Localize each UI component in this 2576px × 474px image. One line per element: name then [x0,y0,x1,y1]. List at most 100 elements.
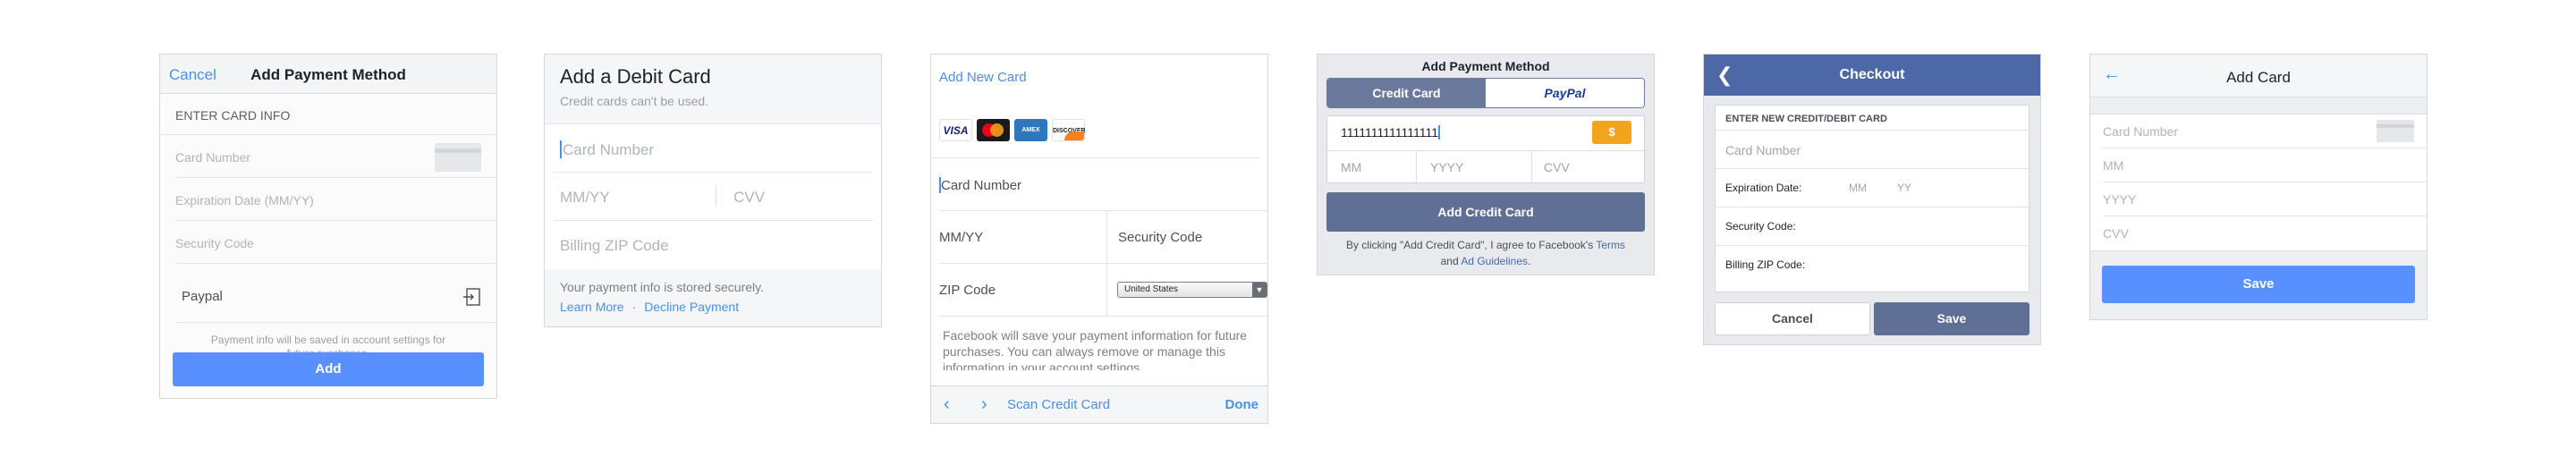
divider [1106,211,1107,263]
zip-field[interactable]: Billing ZIP Code [553,221,873,269]
card-number-field[interactable]: Card Number [175,135,496,178]
page-title: Add a Debit Card [560,65,711,88]
page-title: Add Payment Method [250,66,406,83]
card-form: 1111111111111111 $ MM YYYY CVV [1326,115,1645,184]
divider [1416,150,1417,184]
country-select[interactable]: United States ▼ [1117,282,1267,298]
chevron-right-icon[interactable]: › [981,394,987,415]
cvv-placeholder: CVV [2103,226,2129,241]
checkout-screen: ❮ Checkout ENTER NEW CREDIT/DEBIT CARD C… [1703,54,2041,345]
tab-credit-card[interactable]: Credit Card [1327,79,1486,107]
card-logos: VISA AMEX DISCOVER [931,106,1259,158]
page-subtitle: Credit cards can't be used. [560,94,709,108]
ad-guidelines-link[interactable]: Ad Guidelines [1461,255,1528,267]
separator-dot: · [631,300,637,314]
legal-text-part: By clicking "Add Credit Card", I agree t… [1345,239,1594,251]
zip-country-row: ZIP Code United States ▼ [939,264,1267,317]
save-button[interactable]: Save [1874,302,2029,335]
card-number-field[interactable]: Card Number [939,158,1267,211]
year-field[interactable]: YYYY [2103,182,2427,216]
learn-more-link[interactable]: Learn More [560,300,624,314]
security-code-field[interactable]: Security Code [175,221,496,264]
security-code-placeholder: Security Code [175,236,254,250]
card-number-placeholder: Card Number [175,150,251,165]
chevron-down-icon: ▼ [1252,283,1267,297]
cancel-button[interactable]: Cancel [1715,302,1870,335]
cvv-field[interactable]: CVV [1544,160,1570,174]
nav-bar: ❮ Checkout [1704,55,2040,96]
text-cursor [1438,125,1440,140]
card-number-input[interactable]: 1111111111111111 [1341,125,1440,140]
security-code-field[interactable]: Security Code [1118,230,1202,245]
divider [1106,264,1107,316]
chevron-left-icon[interactable]: ‹ [944,394,950,415]
cvv-field[interactable]: CVV [2103,216,2427,250]
keyboard-toolbar: ‹ › Scan Credit Card Done [931,385,1267,423]
card-icon [2377,120,2414,142]
year-field[interactable]: YYYY [1430,160,1463,174]
payment-type-segmented-control: Credit Card PayPal [1326,78,1645,108]
done-button[interactable]: Done [1225,397,1259,412]
expiration-field[interactable]: Expiration Date (MM/YY) [175,178,496,221]
year-placeholder: YYYY [2103,192,2137,207]
section-header: ENTER CARD INFO [160,94,496,135]
paypal-label: Paypal [182,289,223,304]
zip-field[interactable]: Billing ZIP Code: [1716,246,2029,284]
month-field[interactable]: MM [1849,182,1867,194]
scan-credit-card-button[interactable]: Scan Credit Card [1007,397,1110,412]
card-number-placeholder: Card Number [2103,124,2179,139]
zip-label: Billing ZIP Code: [1725,258,1806,271]
month-placeholder: MM [2103,158,2124,173]
nav-bar: ← Add Card [2090,55,2427,97]
section-header: ENTER NEW CREDIT/DEBIT CARD [1716,106,2029,131]
footer-links: Learn More · Decline Payment [560,297,881,317]
mmyy-security-row: MM/YY Security Code [939,211,1267,264]
mastercard-icon [977,119,1010,141]
month-field[interactable]: MM [1341,160,1361,174]
country-value: United States [1124,284,1179,294]
card-form: Card Number MM YYYY CVV [2090,114,2427,251]
year-field[interactable]: YY [1897,182,1911,194]
legal-and: and [1440,255,1459,267]
card-number-label: Card Number [941,178,1022,193]
legal-text: By clicking "Add Credit Card", I agree t… [1326,237,1645,269]
add-debit-card-screen: Add a Debit Card Credit cards can't be u… [544,54,882,327]
card-number-field[interactable]: Card Number [553,124,873,173]
amex-icon: AMEX [1014,119,1047,141]
text-cursor [560,140,562,158]
legal-end: . [1528,255,1531,267]
save-button[interactable]: Save [2102,266,2415,303]
decline-payment-link[interactable]: Decline Payment [644,300,739,314]
add-card-screen: ← Add Card Card Number MM YYYY CVV Save [2089,54,2428,320]
add-button[interactable]: Add [173,352,484,386]
page-title: Add Payment Method [1421,59,1550,73]
tab-paypal[interactable]: PayPal [1486,79,1644,107]
add-payment-method-screen-2: Add Payment Method Credit Card PayPal 11… [1317,54,1655,275]
expiration-label: Expiration Date: [1725,182,1802,194]
card-number-field[interactable]: Card Number [1716,131,2029,169]
zip-code-field[interactable]: ZIP Code [939,283,996,298]
card-form: ENTER NEW CREDIT/DEBIT CARD Card Number … [1715,105,2029,292]
security-code-label: Security Code: [1725,220,1796,233]
header: Add a Debit Card Credit cards can't be u… [545,55,881,124]
security-code-field[interactable]: Security Code: [1716,207,2029,246]
add-new-card-link[interactable]: Add New Card [931,55,1267,106]
month-field[interactable]: MM [2103,148,2427,182]
exit-icon [463,288,480,306]
nav-bar: Cancel Add Payment Method [160,55,496,94]
cvv-field[interactable]: CVV [733,189,765,207]
mmyy-field[interactable]: MM/YY [560,189,610,207]
discover-icon: DISCOVER [1052,119,1086,141]
card-type-icon: $ [1592,121,1631,144]
card-number-field[interactable]: Card Number [2103,114,2427,148]
divider [1531,150,1532,184]
mmyy-field[interactable]: MM/YY [939,230,983,245]
terms-link[interactable]: Terms [1596,239,1625,251]
divider [1327,150,1644,151]
card-number-placeholder: Card Number [1725,143,1801,157]
visa-icon: VISA [939,119,972,141]
page-title: Checkout [1839,67,1905,82]
add-credit-card-button[interactable]: Add Credit Card [1326,192,1645,232]
paypal-option[interactable]: Paypal [175,271,496,323]
card-icon [435,143,481,172]
